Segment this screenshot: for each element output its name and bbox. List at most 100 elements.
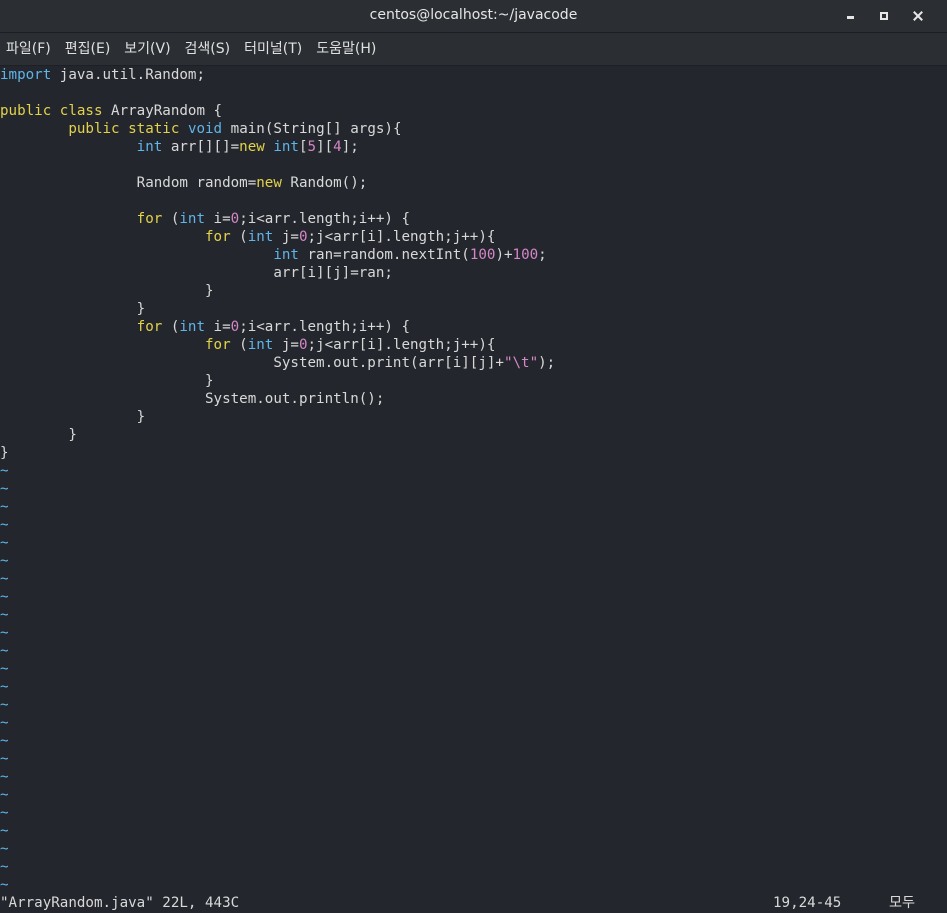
empty-line-marker: ~ bbox=[0, 877, 9, 893]
code-token: main(String[] args){ bbox=[222, 121, 402, 137]
code-token: arr[][]= bbox=[162, 139, 240, 155]
code-token: j= bbox=[273, 337, 299, 353]
maximize-icon bbox=[880, 12, 888, 20]
code-token: System.out.println(); bbox=[0, 391, 385, 407]
code-line: System.out.print(arr[i][j]+"\t"); bbox=[0, 354, 947, 372]
code-token: public bbox=[68, 121, 120, 137]
empty-line-marker: ~ bbox=[0, 643, 9, 659]
code-line: arr[i][j]=ran; bbox=[0, 264, 947, 282]
menu-view[interactable]: 보기(V) bbox=[117, 33, 177, 65]
code-token: import bbox=[0, 67, 52, 83]
code-token: } bbox=[0, 445, 9, 461]
terminal-editor[interactable]: import java.util.Random; public class Ar… bbox=[0, 66, 947, 893]
code-token: ); bbox=[538, 355, 556, 371]
code-line: for (int j=0;j<arr[i].length;j++){ bbox=[0, 336, 947, 354]
close-icon bbox=[913, 11, 923, 21]
code-token: int bbox=[179, 319, 206, 335]
empty-line-marker: ~ bbox=[0, 589, 9, 605]
code-token: for bbox=[205, 229, 231, 245]
menu-file[interactable]: 파일(F) bbox=[0, 33, 58, 65]
code-token: 100 bbox=[512, 247, 539, 263]
code-token: 0 bbox=[230, 319, 240, 335]
code-token: i= bbox=[205, 319, 231, 335]
code-line: for (int i=0;i<arr.length;i++) { bbox=[0, 318, 947, 336]
empty-line-marker: ~ bbox=[0, 679, 9, 695]
code-line: } bbox=[0, 444, 947, 462]
code-token: 100 bbox=[469, 247, 496, 263]
code-token: Random(); bbox=[281, 175, 368, 191]
code-token: ArrayRandom { bbox=[102, 103, 223, 119]
empty-line-marker: ~ bbox=[0, 499, 9, 515]
code-token: java.util.Random; bbox=[51, 67, 205, 83]
code-token: arr[i][j]=ran; bbox=[0, 265, 393, 281]
code-token: public bbox=[0, 103, 52, 119]
code-token: static bbox=[128, 121, 180, 137]
empty-line-marker: ~ bbox=[0, 571, 9, 587]
code-line: Random random=new Random(); bbox=[0, 174, 947, 192]
empty-line-marker: ~ bbox=[0, 553, 9, 569]
vim-status-line: "ArrayRandom.java" 22L, 443C 19,24-45 모두 bbox=[0, 893, 947, 913]
code-token: int bbox=[273, 139, 299, 155]
empty-line-marker: ~ bbox=[0, 715, 9, 731]
empty-line-marker: ~ bbox=[0, 463, 9, 479]
scroll-indicator: 모두 bbox=[889, 895, 916, 911]
code-token: 0 bbox=[230, 211, 240, 227]
empty-line-marker: ~ bbox=[0, 661, 9, 677]
code-token: 5 bbox=[307, 139, 317, 155]
code-token: ]; bbox=[341, 139, 359, 155]
code-token: ;j<arr[i].length;j++){ bbox=[307, 337, 496, 353]
code-token: int bbox=[179, 211, 206, 227]
maximize-button[interactable] bbox=[867, 0, 901, 32]
code-token: ( bbox=[162, 211, 180, 227]
code-token: new bbox=[256, 175, 282, 191]
code-token: 0 bbox=[298, 229, 308, 245]
empty-line-marker: ~ bbox=[0, 859, 9, 875]
empty-line-marker: ~ bbox=[0, 535, 9, 551]
menu-help[interactable]: 도움말(H) bbox=[309, 33, 383, 65]
menu-edit[interactable]: 편집(E) bbox=[58, 33, 118, 65]
minimize-button[interactable] bbox=[833, 0, 867, 32]
menu-terminal[interactable]: 터미널(T) bbox=[237, 33, 309, 65]
code-token: [ bbox=[298, 139, 308, 155]
code-token: i= bbox=[205, 211, 231, 227]
code-line: for (int j=0;j<arr[i].length;j++){ bbox=[0, 228, 947, 246]
code-token: } bbox=[0, 301, 146, 317]
minimize-icon bbox=[846, 15, 854, 19]
close-button[interactable] bbox=[901, 0, 935, 32]
code-line: for (int i=0;i<arr.length;i++) { bbox=[0, 210, 947, 228]
empty-line-marker: ~ bbox=[0, 697, 9, 713]
menu-search[interactable]: 검색(S) bbox=[178, 33, 238, 65]
empty-line-marker: ~ bbox=[0, 823, 9, 839]
code-line: int arr[][]=new int[5][4]; bbox=[0, 138, 947, 156]
code-token: System.out.print(arr[i][j]+ bbox=[0, 355, 504, 371]
code-line: } bbox=[0, 372, 947, 390]
code-token: new bbox=[239, 139, 265, 155]
code-line: import java.util.Random; bbox=[0, 66, 947, 84]
code-token: 0 bbox=[298, 337, 308, 353]
empty-line-marker: ~ bbox=[0, 517, 9, 533]
code-token: ][ bbox=[316, 139, 334, 155]
code-token: ;i<arr.length;i++) { bbox=[239, 211, 411, 227]
code-token: ran=random.nextInt( bbox=[298, 247, 470, 263]
code-line: int ran=random.nextInt(100)+100; bbox=[0, 246, 947, 264]
code-token: int bbox=[273, 247, 299, 263]
code-token: } bbox=[0, 427, 77, 443]
code-token: int bbox=[136, 139, 163, 155]
code-token: for bbox=[136, 211, 163, 227]
code-token: ; bbox=[538, 247, 547, 263]
window-title: centos@localhost:~/javacode bbox=[369, 7, 578, 23]
code-token: for bbox=[136, 319, 163, 335]
code-line: public static void main(String[] args){ bbox=[0, 120, 947, 138]
code-line: } bbox=[0, 426, 947, 444]
